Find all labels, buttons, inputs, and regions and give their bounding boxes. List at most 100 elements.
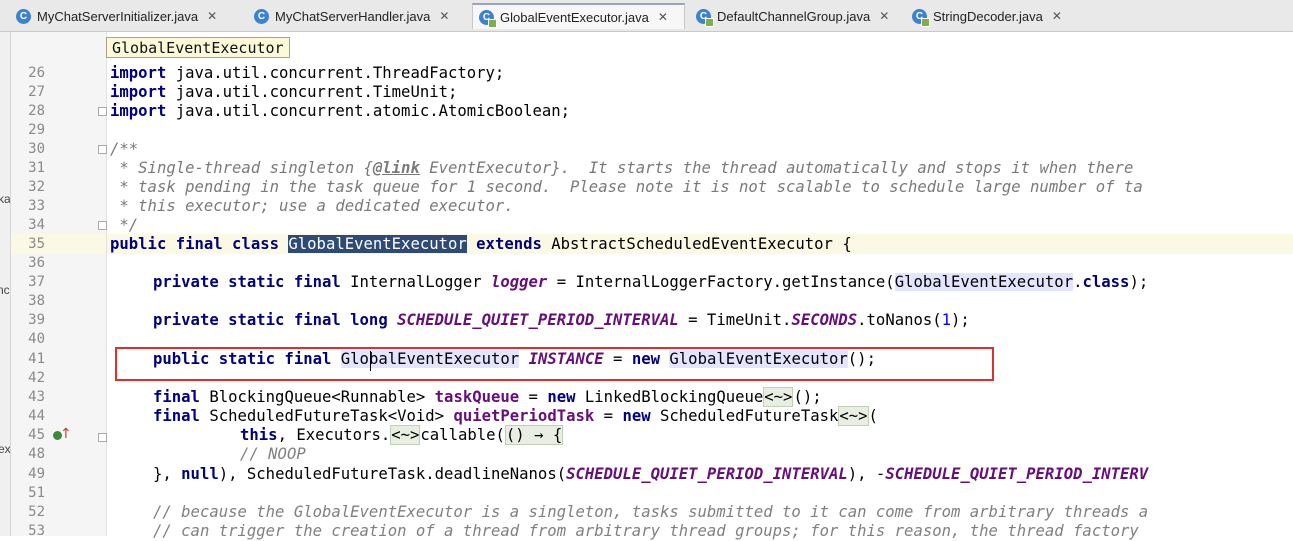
code-line-37[interactable]: private static final InternalLogger logg… [153,273,1148,292]
code-line-34[interactable]: */ [110,216,138,235]
line-number: 27 [28,84,45,100]
code-line-26[interactable]: import java.util.concurrent.ThreadFactor… [110,64,504,83]
tab-label: DefaultChannelGroup.java [717,8,871,24]
code-text: = [594,407,623,425]
tab-label: StringDecoder.java [933,8,1043,24]
code-text: ); [951,311,970,329]
cut-text: nc [0,283,10,297]
tab-mychatserverinitializer[interactable]: C MyChatServerInitializer.java ✕ [10,3,246,29]
breadcrumb[interactable]: GlobalEventExecutor [106,37,290,58]
code-line-48[interactable]: // NOOP [240,445,306,464]
line-number: 34 [28,217,45,233]
keyword: import [110,64,167,82]
library-class-icon: C [696,8,714,27]
code-text: java.util.concurrent.atomic.AtomicBoolea… [166,102,571,120]
tab-label: MyChatServerHandler.java [275,8,431,24]
keyword: public final class [110,235,279,253]
line-number: 49 [28,466,45,482]
code-text: ScheduledFutureTask<Void> [199,407,454,425]
code-line-45[interactable]: this, Executors.<~>callable(() → { [240,425,564,445]
code-line-33[interactable]: * this executor; use a dedicated executo… [110,197,513,216]
override-arrow-icon[interactable]: ↑ [60,426,72,442]
cut-text: ex [0,442,11,456]
code-text: callable( [420,426,505,444]
fold-marker-icon[interactable] [98,221,107,230]
tab-mychatserverhandler[interactable]: C MyChatServerHandler.java ✕ [248,3,468,29]
field: SCHEDULE_QUIET_PERIOD_INTERVAL [397,311,679,329]
code-text: = InternalLoggerFactory.getInstance( [547,273,895,291]
field: logger [490,273,548,291]
code-line-30[interactable]: /** [110,140,138,159]
code-line-31[interactable]: * Single-thread singleton {@link EventEx… [110,159,1133,178]
code-line-53[interactable]: // can trigger the creation of a thread … [153,522,1139,541]
line-number: 43 [28,389,45,405]
code-text: = [519,388,548,406]
annotation-box [115,347,994,381]
tab-defaultchannelgroup[interactable]: C DefaultChannelGroup.java ✕ [690,3,904,29]
code-text: AbstractScheduledEventExecutor { [541,235,852,253]
code-line-44[interactable]: final ScheduledFutureTask<Void> quietPer… [153,406,878,426]
code-text: , Executors. [277,426,391,444]
javadoc-tag: @link [372,159,420,177]
keyword: new [622,407,651,425]
line-number: 53 [28,523,45,539]
line-number: 51 [28,485,45,501]
number-literal: 1 [941,311,952,329]
keyword: null [181,465,219,483]
keyword: private static final [153,273,341,291]
tab-label: MyChatServerInitializer.java [37,8,199,24]
fold-marker-icon[interactable] [98,145,107,154]
keyword: final [153,388,200,406]
code-line-27[interactable]: import java.util.concurrent.TimeUnit; [110,83,457,102]
code-line-43[interactable]: final BlockingQueue<Runnable> taskQueue … [153,387,822,407]
library-class-icon: C [912,8,930,27]
keyword: new [547,388,576,406]
close-icon[interactable]: ✕ [879,9,889,23]
keyword: private static final long [153,311,388,329]
line-number: 38 [28,293,45,309]
close-icon[interactable]: ✕ [658,10,668,24]
code-text: }, [153,465,182,483]
tab-globaleventexecutor[interactable]: C GlobalEventExecutor.java ✕ [472,3,685,29]
line-number: 35 [28,236,45,252]
tab-stringdecoder[interactable]: C StringDecoder.java ✕ [906,3,1088,29]
code-text: ScheduledFutureTask [650,407,839,425]
code-line-39[interactable]: private static final long SCHEDULE_QUIET… [153,311,970,330]
code-line-35[interactable]: public final class GlobalEventExecutor e… [110,235,852,254]
code-text: java.util.concurrent.ThreadFactory; [166,64,505,82]
code-text: .toNanos( [857,311,942,329]
code-text: (); [793,388,822,406]
code-line-49[interactable]: }, null), ScheduledFutureTask.deadlineNa… [153,465,1148,484]
library-class-icon: C [479,9,497,28]
code-line-32[interactable]: * task pending in the task queue for 1 s… [110,178,1142,197]
editor-tab-bar: C MyChatServerInitializer.java ✕ C MyCha… [0,0,1293,32]
folded-type[interactable]: <~> [390,425,421,445]
line-number: 30 [28,141,45,157]
line-number: 52 [28,504,45,520]
comment-text: EventExecutor}. It starts the thread aut… [419,159,1134,177]
close-icon[interactable]: ✕ [439,9,449,23]
identifier-highlight: GlobalEventExecutor [894,273,1074,291]
line-number: 29 [28,122,45,138]
project-panel-edge: ka nc ex [0,32,11,536]
folded-lambda[interactable]: () → { [504,425,564,445]
field: taskQueue [434,388,520,406]
keyword: final [153,407,200,425]
code-line-28[interactable]: import java.util.concurrent.atomic.Atomi… [110,102,570,121]
keyword: class [1082,273,1130,291]
fold-marker-icon[interactable] [98,107,107,116]
expand-fold-icon[interactable] [98,433,107,442]
folded-diamond[interactable]: <~> [838,406,869,426]
selected-identifier: GlobalEventExecutor [288,235,467,253]
keyword: import [110,102,167,120]
folded-diamond[interactable]: <~> [763,387,794,407]
line-number: 45 [28,427,45,443]
close-icon[interactable]: ✕ [1052,9,1062,23]
code-text: ); [1129,273,1149,291]
close-icon[interactable]: ✕ [207,9,217,23]
code-line-52[interactable]: // because the GlobalEventExecutor is a … [153,503,1148,522]
code-text: InternalLogger [340,273,491,291]
text-caret [370,351,371,371]
